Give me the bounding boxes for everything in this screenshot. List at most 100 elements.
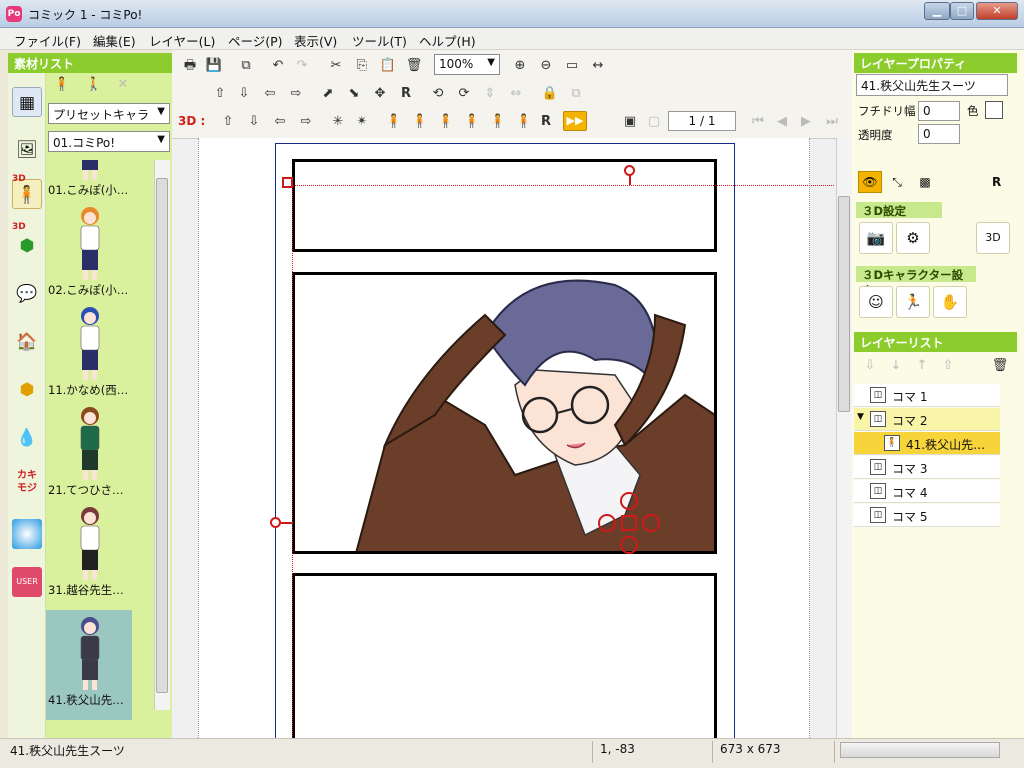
paste-icon[interactable]: 📋 [378,56,398,76]
delete-character-icon[interactable]: ✕ [113,75,133,95]
char-rotate-icon[interactable]: 🧍 [488,112,508,132]
pivot-handle-right[interactable] [642,514,660,532]
color-swatch[interactable] [985,101,1003,119]
center-icon[interactable]: ✥ [370,84,390,104]
character-item[interactable]: 02.こみぽ(小… [46,200,132,300]
layer-item-character[interactable]: 🧍 41.秩父山先… [854,432,1000,455]
last-page-icon[interactable]: ⏭ [822,112,842,132]
layer-trash-icon[interactable]: 🗑 [990,356,1010,376]
menu-page[interactable]: ページ(P) [228,31,283,50]
layer-item-panel[interactable]: ◫ コマ 4 [854,480,1000,503]
minimize-button[interactable]: ▁ [924,2,950,20]
effect-icon[interactable]: 🏠 [12,327,42,357]
pivot-handle-bottom[interactable] [620,536,638,554]
redo-icon[interactable]: ↷ [292,56,312,76]
3d-left-icon[interactable]: ⇦ [270,112,290,132]
pivot-handle-center[interactable] [621,515,637,531]
move-left-icon[interactable]: ⇦ [260,84,280,104]
pivot-handle-top[interactable] [620,492,638,510]
preset-select[interactable]: プリセットキャラ ▼ [48,103,170,124]
export-icon[interactable]: ⧉ [236,56,256,76]
expand-arrow-icon[interactable]: ▼ [857,412,864,422]
layer-name-field[interactable]: 41.秩父山先生スーツ [856,74,1008,96]
drop-icon[interactable]: 💧 [12,423,42,453]
menu-edit[interactable]: 編集(E) [93,31,136,50]
user-icon[interactable]: USER [12,567,42,597]
zoom-select[interactable]: 100% ▼ [434,54,500,75]
3d-pose-b-icon[interactable]: ✴ [352,112,372,132]
background-icon[interactable]: ▦ [12,87,42,117]
char-turn-left-icon[interactable]: 🧍 [384,112,404,132]
move-down-icon[interactable]: ⇩ [234,84,254,104]
page-number-field[interactable]: 1 / 1 [668,111,736,131]
bring-front-icon[interactable]: ⬈ [318,84,338,104]
reset-r-icon[interactable]: R [396,84,416,104]
char-tilt-icon[interactable]: 🧍 [436,112,456,132]
pivot-handle-left[interactable] [598,514,616,532]
page-settings-icon[interactable]: ▣ [620,112,640,132]
edit-character-icon[interactable]: 🚶 [84,75,104,95]
side-handle-left[interactable] [270,517,281,528]
fit-width-icon[interactable]: ↔ [588,56,608,76]
page-delete-icon[interactable]: ▢ [644,112,664,132]
burst-icon[interactable] [12,519,42,549]
lighting-icon[interactable]: ⚙ [896,222,930,254]
char-orbit-icon[interactable]: 🧍 [514,112,534,132]
hand-icon[interactable]: ✋ [933,286,967,318]
character-list-scroll-thumb[interactable] [156,178,168,693]
maximize-button[interactable]: □ [950,2,974,20]
3d-pose-a-icon[interactable]: ✳ [328,112,348,132]
character-item[interactable]: 01.こみぽ(小… [46,160,132,200]
zoom-in-icon[interactable]: ⊕ [510,56,530,76]
outline-width-stepper[interactable]: 0 [918,101,960,121]
layer-item-panel[interactable]: ◫ コマ 3 [854,456,1000,479]
reset-properties-icon[interactable]: R [992,171,1008,193]
layer-up-icon[interactable]: ⇧ [938,356,958,376]
add-character-icon[interactable]: 🧍 [52,75,72,95]
undo-icon[interactable]: ↶ [268,56,288,76]
fit-page-icon[interactable]: ▭ [562,56,582,76]
next-page-icon[interactable]: ▶ [796,112,816,132]
print-icon[interactable]: 🖶 [180,56,200,76]
character-item[interactable]: 31.越谷先生… [46,500,132,600]
layer-down-icon[interactable]: ⇩ [860,356,880,376]
resize-icon[interactable]: ⤡ [886,171,908,193]
3d-down-icon[interactable]: ⇩ [244,112,264,132]
3d-up-icon[interactable]: ⇧ [218,112,238,132]
image-icon[interactable]: 🖼 [12,135,42,165]
lock-icon[interactable]: 🔒 [540,84,560,104]
face-expression-icon[interactable]: ☺ [859,286,893,318]
send-back-icon[interactable]: ⬊ [344,84,364,104]
copy-icon[interactable]: ⎘ [352,56,372,76]
character-item[interactable]: 21.てつひさ… [46,400,132,500]
group-select[interactable]: 01.コミPo! ▼ [48,131,170,152]
canvas-scroll-thumb[interactable] [838,196,850,412]
move-right-icon[interactable]: ⇨ [286,84,306,104]
flip-vertical-icon[interactable]: ⇕ [480,84,500,104]
fast-forward-button[interactable]: ▶▶ [563,111,587,131]
3d-reset-r-icon[interactable]: R [536,112,556,132]
menu-help[interactable]: ヘルプ(H) [419,31,476,50]
menu-view[interactable]: 表示(V) [294,31,337,50]
close-button[interactable]: ✕ [976,2,1018,20]
flip-horizontal-icon[interactable]: ⇔ [506,84,526,104]
corner-handle[interactable] [282,177,293,188]
cut-icon[interactable]: ✂ [326,56,346,76]
3d-object-icon[interactable]: ⬢ [12,231,42,261]
3d-view-icon[interactable]: 3D [976,222,1010,254]
character-item[interactable]: 11.かなめ(西… [46,300,132,400]
3d-right-icon[interactable]: ⇨ [296,112,316,132]
pose-icon[interactable]: 🏃 [896,286,930,318]
zoom-out-icon[interactable]: ⊖ [536,56,556,76]
character-item[interactable]: 41.秩父山先… [46,610,132,720]
group-icon[interactable]: ⧉ [566,84,586,104]
transparency-icon[interactable]: ▩ [914,171,936,193]
move-up-icon[interactable]: ⇧ [210,84,230,104]
panel-2[interactable] [292,272,717,554]
visibility-eye-icon[interactable]: 👁 [858,171,882,193]
speech-balloon-icon[interactable]: 💬 [12,279,42,309]
layer-up-step-icon[interactable]: ↑ [912,356,932,376]
character-render[interactable] [295,275,717,554]
layer-down-step-icon[interactable]: ↓ [886,356,906,376]
char-spin-icon[interactable]: 🧍 [462,112,482,132]
